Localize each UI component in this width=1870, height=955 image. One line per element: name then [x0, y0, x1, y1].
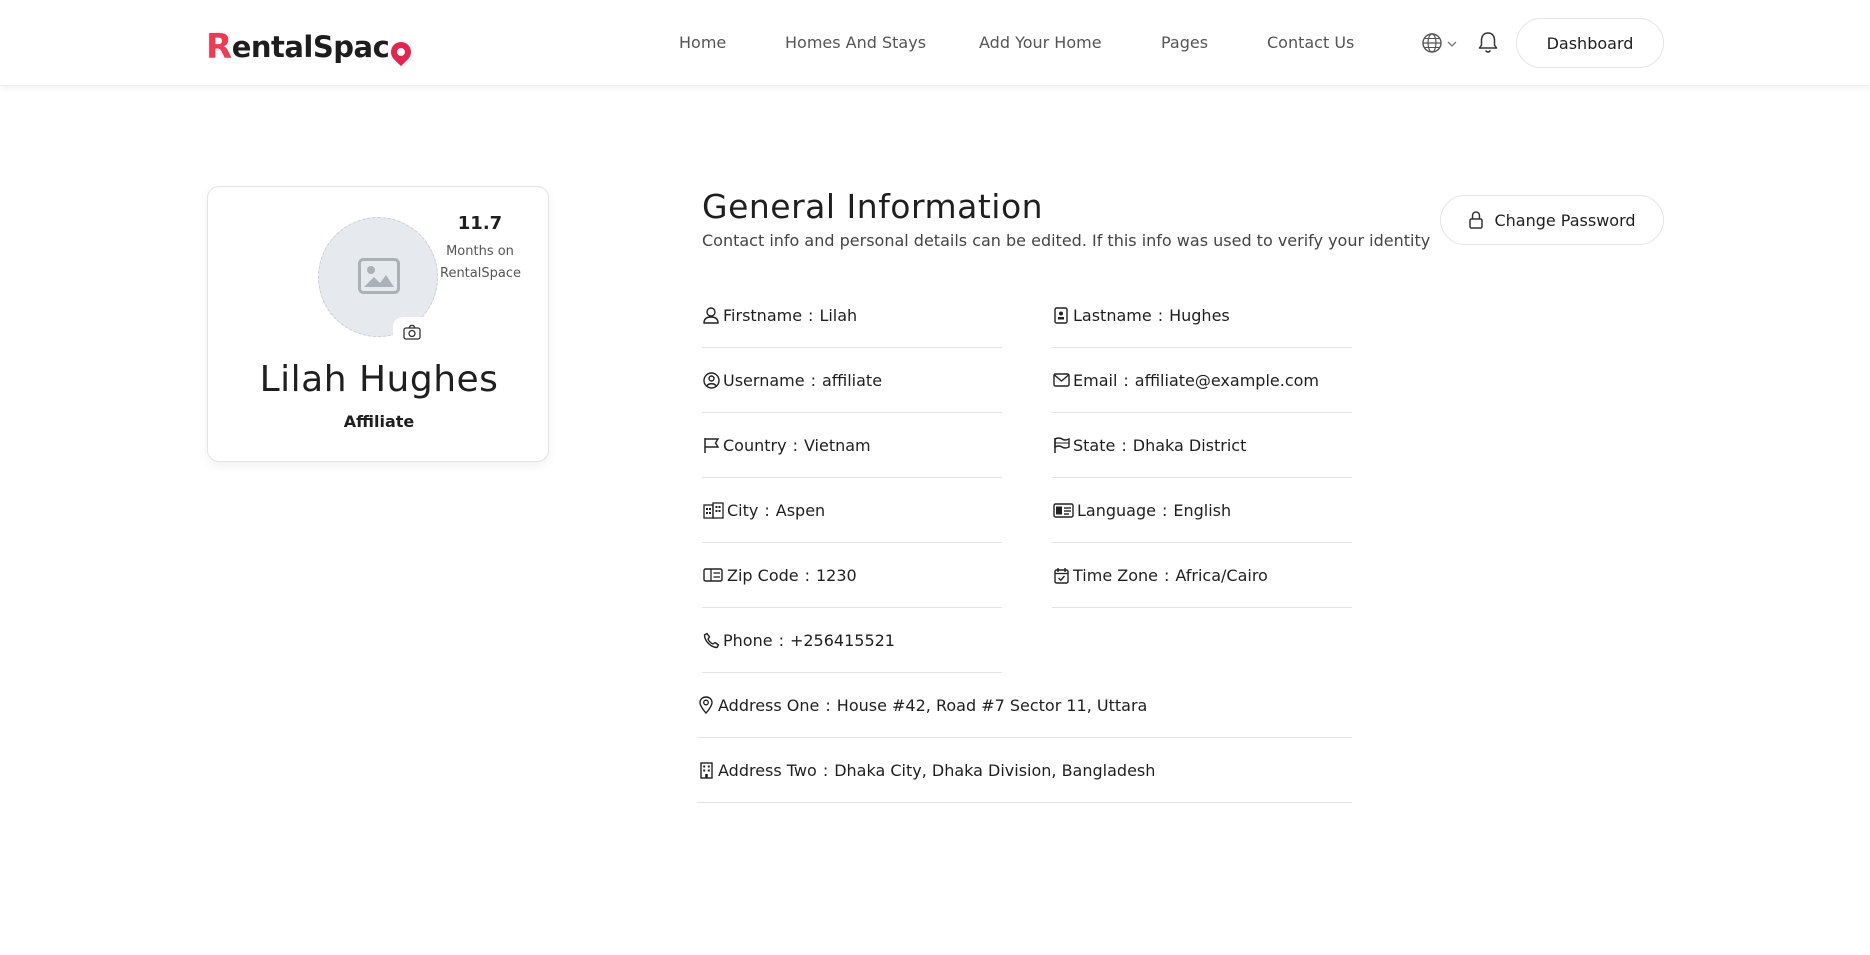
field-zip-code: Zip Code:1230 — [702, 543, 1002, 608]
nav-contact-us[interactable]: Contact Us — [1267, 33, 1354, 52]
image-placeholder-icon — [358, 258, 400, 294]
change-password-button[interactable]: Change Password — [1440, 195, 1664, 245]
field-address-two: Address Two: Dhaka City, Dhaka Division, … — [697, 738, 1352, 803]
globe-icon — [1422, 33, 1457, 53]
field-value: +256415521 — [789, 630, 895, 650]
field-label: State — [1073, 435, 1116, 455]
id-badge-icon — [1052, 306, 1070, 324]
field-label: Address One — [718, 695, 820, 715]
map-pin-icon — [697, 696, 715, 714]
phone-icon — [702, 631, 720, 649]
zip-card-icon — [702, 566, 724, 584]
field-label: Language — [1077, 500, 1156, 520]
field-username: Username: affiliate — [702, 348, 1002, 413]
nav-homes-and-stays[interactable]: Homes And Stays — [785, 33, 926, 52]
field-city: City: Aspen — [702, 478, 1002, 543]
field-value: English — [1173, 500, 1232, 520]
field-value: Africa/Cairo — [1175, 565, 1268, 585]
buildings-icon — [702, 501, 724, 519]
top-navbar: RentalSpace Home Homes And Stays Add You… — [0, 0, 1870, 86]
field-value: Lilah — [819, 305, 858, 325]
building-icon — [697, 761, 715, 779]
field-time-zone: Time Zone: Africa/Cairo — [1052, 543, 1352, 608]
language-selector[interactable] — [1421, 32, 1461, 54]
field-label: Phone — [723, 630, 773, 650]
dashboard-button[interactable]: Dashboard — [1516, 18, 1664, 68]
user-icon — [702, 306, 720, 324]
flag-icon — [702, 436, 720, 454]
field-state: State: Dhaka District — [1052, 413, 1352, 478]
page-subtitle: Contact info and personal details can be… — [702, 231, 1431, 250]
flag-wave-icon — [1052, 436, 1070, 454]
field-label: Zip Code — [727, 565, 799, 585]
field-value: 1230 — [816, 565, 857, 585]
field-value: Hughes — [1169, 305, 1230, 325]
field-value: Dhaka City, Dhaka Division, Bangladesh — [834, 760, 1156, 780]
change-photo-button[interactable] — [393, 317, 431, 347]
field-value: House #42, Road #7 Sector 11, Uttara — [836, 695, 1148, 715]
field-label: City — [727, 500, 759, 520]
field-value: Dhaka District — [1132, 435, 1247, 455]
field-language: Language: English — [1052, 478, 1352, 543]
profile-name: Lilah Hughes — [259, 359, 499, 400]
field-value: Vietnam — [803, 435, 871, 455]
field-value: Aspen — [775, 500, 826, 520]
change-password-label: Change Password — [1494, 210, 1636, 230]
months-label-line2: RentalSpace — [440, 266, 521, 281]
notification-bell[interactable] — [1477, 31, 1499, 55]
field-value: affiliate — [821, 370, 883, 390]
page-title: General Information — [702, 187, 1044, 226]
nav-add-your-home[interactable]: Add Your Home — [979, 33, 1102, 52]
bell-icon — [1478, 32, 1498, 53]
profile-card: 11.7 Months on RentalSpace Lilah Hughes … — [207, 186, 549, 462]
user-circle-icon — [702, 371, 720, 389]
months-label-line1: Months on — [446, 244, 514, 259]
calendar-check-icon — [1052, 566, 1070, 584]
field-label: Firstname — [723, 305, 803, 325]
field-label: Address Two — [718, 760, 817, 780]
field-label: Time Zone — [1073, 565, 1158, 585]
field-lastname: Lastname: Hughes — [1052, 283, 1352, 348]
nav-pages[interactable]: Pages — [1161, 33, 1208, 52]
field-firstname: Firstname: Lilah — [702, 283, 1002, 348]
profile-role: Affiliate — [343, 412, 415, 431]
field-value: affiliate@example.com — [1134, 370, 1319, 390]
nav-home[interactable]: Home — [679, 33, 726, 52]
field-label: Lastname — [1073, 305, 1152, 325]
camera-icon — [403, 324, 421, 340]
field-phone: Phone: +256415521 — [702, 608, 1002, 673]
language-card-icon — [1052, 501, 1074, 519]
field-label: Country — [723, 435, 787, 455]
field-email: Email: affiliate@example.com — [1052, 348, 1352, 413]
field-label: Username — [723, 370, 805, 390]
field-country: Country: Vietnam — [702, 413, 1002, 478]
envelope-icon — [1052, 371, 1070, 389]
months-label: Months on RentalSpace — [440, 241, 521, 285]
field-address-one: Address One: House #42, Road #7 Sector 11… — [697, 673, 1352, 738]
lock-icon — [1469, 211, 1484, 229]
field-label: Email — [1073, 370, 1118, 390]
months-value: 11.7 — [457, 213, 503, 234]
